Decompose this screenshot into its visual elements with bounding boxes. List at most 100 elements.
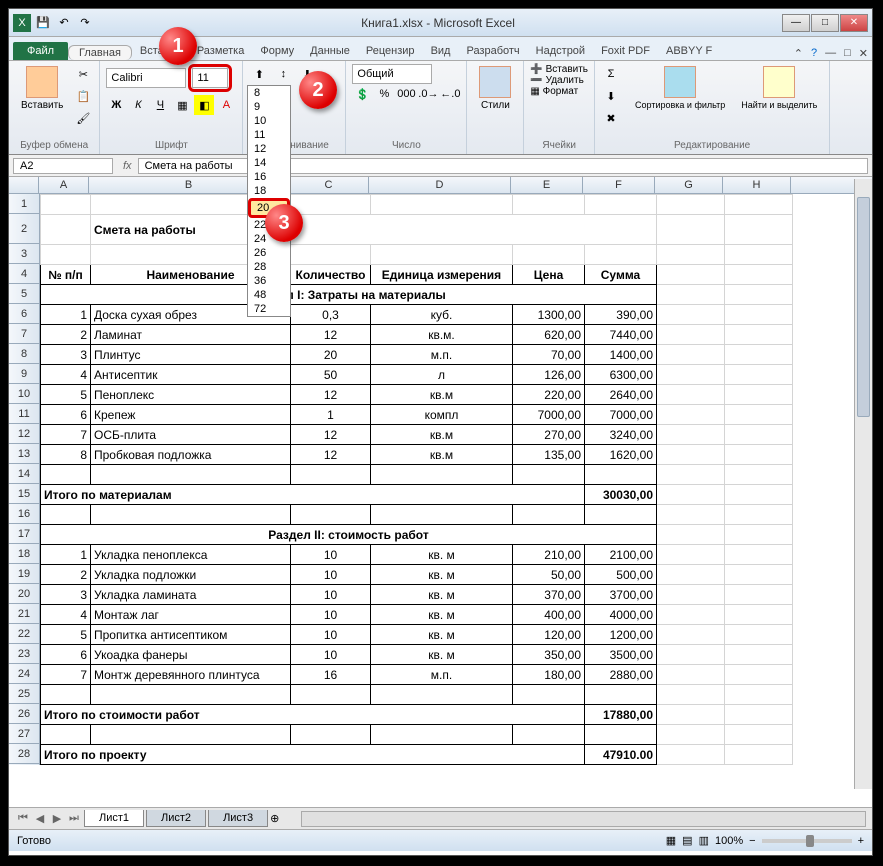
cell[interactable] — [725, 745, 793, 765]
cell[interactable]: кв.м. — [371, 325, 513, 345]
cell[interactable] — [91, 685, 291, 705]
cell[interactable] — [725, 545, 793, 565]
cell[interactable] — [725, 605, 793, 625]
cell[interactable] — [725, 385, 793, 405]
home-tab[interactable]: Главная — [68, 45, 132, 60]
cell[interactable] — [657, 285, 725, 305]
cell[interactable]: 12 — [291, 445, 371, 465]
cell[interactable]: Смета на работы — [91, 215, 657, 245]
row-header[interactable]: 28 — [9, 744, 39, 764]
cell[interactable] — [657, 265, 725, 285]
cell[interactable]: 270,00 — [513, 425, 585, 445]
cell[interactable]: 2880,00 — [585, 665, 657, 685]
sheet-tab-3[interactable]: Лист3 — [208, 810, 268, 827]
cell[interactable] — [585, 245, 657, 265]
cell[interactable]: 12 — [291, 325, 371, 345]
cell[interactable] — [585, 725, 657, 745]
doc-min-icon[interactable]: — — [825, 47, 836, 60]
sheet-tab-2[interactable]: Лист2 — [146, 810, 206, 827]
cell[interactable]: 47910.00 — [585, 745, 657, 765]
inc-decimal-icon[interactable]: .0→ — [418, 84, 438, 104]
cell[interactable] — [725, 645, 793, 665]
cell[interactable] — [657, 245, 725, 265]
cell[interactable]: 1300,00 — [513, 305, 585, 325]
cell[interactable] — [41, 725, 91, 745]
col-header[interactable]: A — [39, 177, 89, 193]
cell[interactable] — [657, 425, 725, 445]
cell[interactable] — [513, 505, 585, 525]
cell[interactable] — [725, 665, 793, 685]
autosum-icon[interactable]: Σ — [601, 64, 621, 84]
font-size-combo[interactable] — [192, 68, 228, 88]
cell[interactable]: Пропитка антисептиком — [91, 625, 291, 645]
row-header[interactable]: 11 — [9, 404, 39, 424]
cell[interactable]: 70,00 — [513, 345, 585, 365]
undo-icon[interactable]: ↶ — [55, 14, 73, 32]
cell[interactable]: кв.м — [371, 445, 513, 465]
cell[interactable] — [725, 565, 793, 585]
cell[interactable]: 10 — [291, 645, 371, 665]
cell[interactable]: 620,00 — [513, 325, 585, 345]
cell[interactable]: Крепеж — [91, 405, 291, 425]
cell[interactable]: Итого по материалам — [41, 485, 585, 505]
font-size-option[interactable]: 11 — [248, 128, 290, 142]
cell[interactable] — [657, 325, 725, 345]
row-header[interactable]: 16 — [9, 504, 39, 524]
cell[interactable]: 50 — [291, 365, 371, 385]
cell[interactable]: 1 — [41, 545, 91, 565]
cell[interactable]: 2 — [41, 565, 91, 585]
row-header[interactable]: 2 — [9, 214, 39, 244]
cell[interactable]: ОСБ-плита — [91, 425, 291, 445]
maximize-button[interactable]: □ — [811, 14, 839, 32]
cell[interactable]: 7 — [41, 665, 91, 685]
cell[interactable]: 370,00 — [513, 585, 585, 605]
cell[interactable]: 1 — [41, 305, 91, 325]
cell[interactable] — [41, 195, 91, 215]
cell[interactable]: 1400,00 — [585, 345, 657, 365]
cell[interactable] — [291, 505, 371, 525]
col-header[interactable]: D — [369, 177, 511, 193]
cell[interactable] — [657, 215, 725, 245]
row-header[interactable]: 17 — [9, 524, 39, 544]
cells-insert-button[interactable]: ➕ Вставить — [530, 64, 588, 75]
sort-filter-button[interactable]: Сортировка и фильтр — [629, 64, 731, 128]
format-painter-icon[interactable]: 🖌 — [73, 108, 93, 128]
font-size-option[interactable]: 18 — [248, 184, 290, 198]
cell[interactable] — [41, 215, 91, 245]
cell[interactable] — [725, 195, 793, 215]
col-header[interactable]: G — [655, 177, 723, 193]
cell[interactable] — [657, 705, 725, 725]
cell[interactable]: 6 — [41, 405, 91, 425]
file-tab[interactable]: Файл — [13, 42, 68, 60]
cell[interactable]: Количество — [291, 265, 371, 285]
cell[interactable] — [657, 385, 725, 405]
cell[interactable]: 8 — [41, 445, 91, 465]
row-header[interactable]: 4 — [9, 264, 39, 284]
cells-delete-button[interactable]: ➖ Удалить — [530, 75, 588, 86]
row-header[interactable]: 27 — [9, 724, 39, 744]
cell[interactable] — [585, 465, 657, 485]
cell[interactable]: м.п. — [371, 665, 513, 685]
cell[interactable]: 2640,00 — [585, 385, 657, 405]
font-size-option[interactable]: 36 — [248, 274, 290, 288]
cell[interactable] — [657, 305, 725, 325]
cell[interactable] — [657, 365, 725, 385]
cell[interactable]: 10 — [291, 605, 371, 625]
row-header[interactable]: 5 — [9, 284, 39, 304]
close-button[interactable]: ✕ — [840, 14, 868, 32]
row-header[interactable]: 10 — [9, 384, 39, 404]
number-format-combo[interactable] — [352, 64, 432, 84]
border-button[interactable]: ▦ — [172, 95, 192, 115]
cell[interactable] — [657, 505, 725, 525]
comma-icon[interactable]: 000 — [396, 84, 416, 104]
cell[interactable]: 5 — [41, 385, 91, 405]
horizontal-scrollbar[interactable] — [301, 811, 866, 827]
row-header[interactable]: 19 — [9, 564, 39, 584]
help-icon[interactable]: ? — [811, 47, 817, 60]
cell[interactable]: 16 — [291, 665, 371, 685]
sheet-nav-prev-icon[interactable]: ◀ — [32, 812, 48, 825]
font-size-dropdown[interactable]: 891011121416182022242628364872 — [247, 85, 291, 317]
paste-button[interactable]: Вставить — [15, 64, 69, 128]
data-tab[interactable]: Данные — [302, 42, 358, 60]
view-break-icon[interactable]: ▥ — [699, 834, 709, 847]
